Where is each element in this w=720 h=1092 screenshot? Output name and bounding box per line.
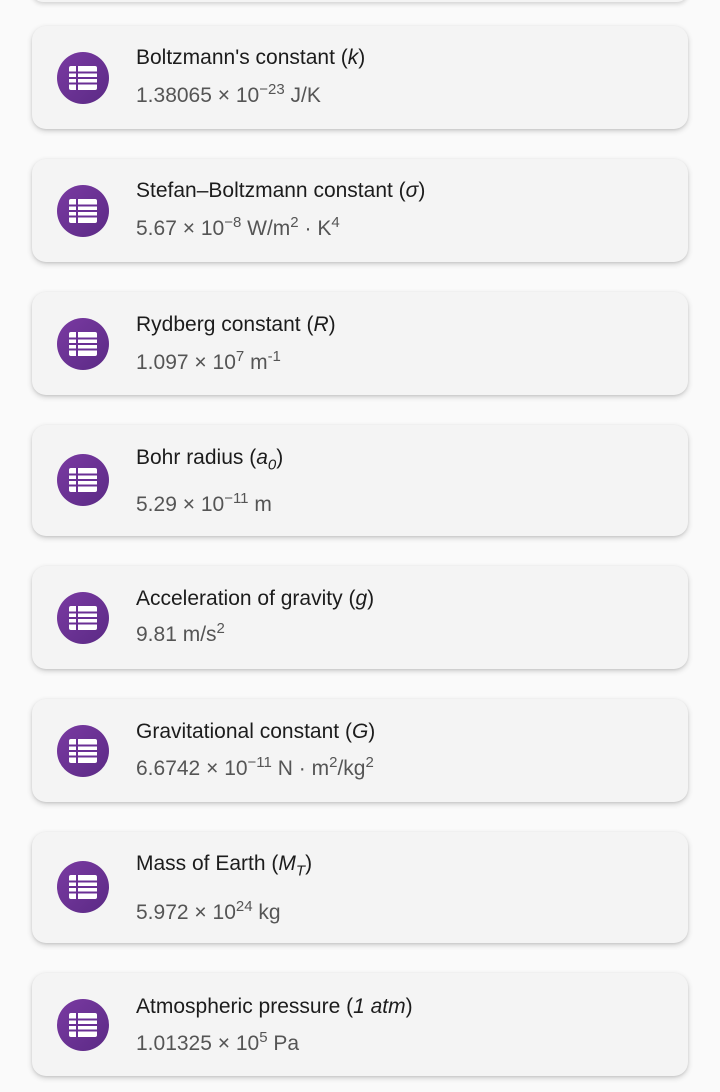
list-icon: [57, 592, 109, 644]
constant-value: 9.81 m/s2: [136, 619, 225, 646]
constant-value: 6.6742 × 10−11 N · m2/kg2: [136, 753, 374, 780]
constant-name: Stefan–Boltzmann constant (σ): [136, 179, 426, 202]
list-icon: [57, 185, 109, 237]
constant-card[interactable]: Mass of Earth (MT) 5.972 × 1024 kg: [32, 832, 688, 943]
constant-name: Atmospheric pressure (1 atm): [136, 995, 413, 1018]
constant-value: 5.972 × 1024 kg: [136, 897, 281, 924]
constant-value: 1.01325 × 105 Pa: [136, 1028, 300, 1055]
constant-card[interactable]: Boltzmann's constant (k) 1.38065 × 10−23…: [32, 26, 688, 129]
constant-name: Boltzmann's constant (k): [136, 46, 366, 69]
list-icon: [57, 318, 109, 370]
constant-value: 1.38065 × 10−23 J/K: [136, 80, 321, 107]
constant-card[interactable]: Rydberg constant (R) 1.097 × 107 m-1: [32, 292, 688, 395]
constant-card[interactable]: Acceleration of gravity (g) 9.81 m/s2: [32, 566, 688, 669]
constant-name: Acceleration of gravity (g): [136, 587, 375, 610]
constant-card[interactable]: Atmospheric pressure (1 atm) 1.01325 × 1…: [32, 973, 688, 1076]
constant-value: 5.67 × 10−8 W/m2 · K4: [136, 213, 340, 240]
constant-card[interactable]: Bohr radius (a0) 5.29 × 10−11 m: [32, 425, 688, 536]
constant-value: 5.29 × 10−11 m: [136, 489, 272, 516]
constant-value: 1.097 × 107 m-1: [136, 347, 281, 374]
list-icon: [57, 52, 109, 104]
constant-name: Bohr radius (a0): [136, 446, 284, 474]
previous-card-edge: [32, 0, 688, 2]
list-icon: [57, 725, 109, 777]
list-icon: [57, 861, 109, 913]
constant-card[interactable]: Stefan–Boltzmann constant (σ) 5.67 × 10−…: [32, 159, 688, 262]
constant-name: Rydberg constant (R): [136, 313, 336, 336]
list-icon: [57, 454, 109, 506]
constant-name: Gravitational constant (G): [136, 720, 376, 743]
list-icon: [57, 999, 109, 1051]
constant-name: Mass of Earth (MT): [136, 852, 313, 880]
constant-card[interactable]: Gravitational constant (G) 6.6742 × 10−1…: [32, 699, 688, 802]
